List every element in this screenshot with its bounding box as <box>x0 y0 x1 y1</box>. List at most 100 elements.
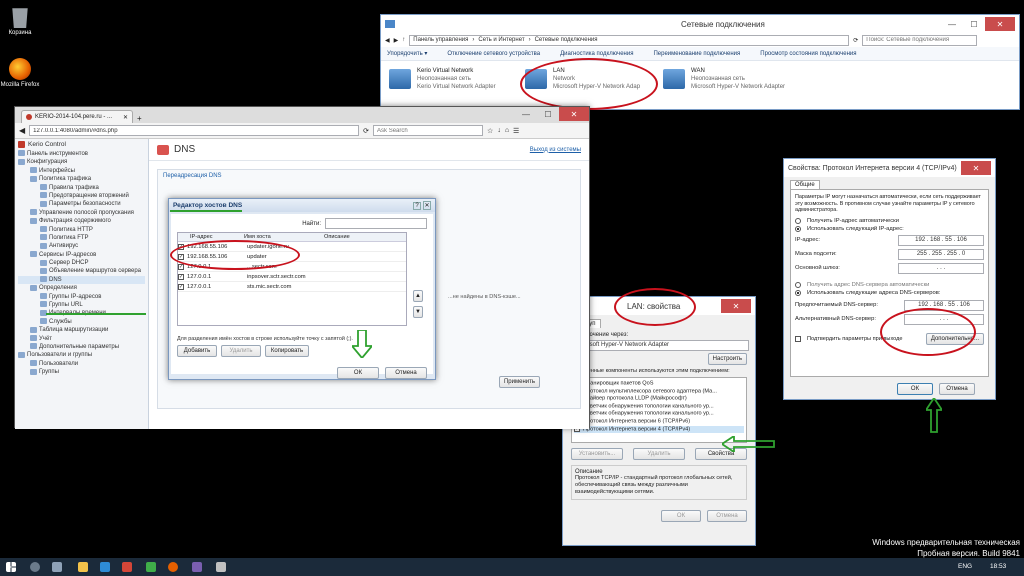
tree-item[interactable]: Политика HTTP <box>18 225 145 234</box>
language-indicator[interactable]: ENG <box>958 563 972 570</box>
list-item[interactable]: ✓Ответчик обнаружения топологии канально… <box>574 402 744 411</box>
remove-button[interactable]: Удалить <box>633 448 685 460</box>
tree-item[interactable]: Политика трафика <box>18 175 145 183</box>
bookmark-star-icon[interactable]: ☆ <box>487 127 493 135</box>
tree-item[interactable]: Учёт <box>18 335 145 343</box>
ok-button[interactable]: ОК <box>897 383 933 395</box>
app-icon[interactable] <box>146 562 156 572</box>
configure-button[interactable]: Настроить <box>707 353 747 365</box>
task-view-icon[interactable] <box>52 562 62 572</box>
tab-close-icon[interactable]: ✕ <box>123 114 128 121</box>
recycle-bin-icon[interactable]: Корзина <box>0 6 40 37</box>
table-row[interactable]: ✓ 127.0.0.1 sts.mic.sectr.com <box>178 282 406 292</box>
minimize-icon[interactable]: — <box>941 17 963 31</box>
new-tab-icon[interactable]: + <box>137 114 142 123</box>
menu-icon[interactable]: ☰ <box>513 127 519 135</box>
mask-field[interactable]: 255 . 255 . 255 . 0 <box>898 248 984 260</box>
tree-item[interactable]: Антивирус <box>18 242 145 250</box>
tree-item[interactable]: Правила трафика <box>18 183 145 192</box>
list-item[interactable]: ✓Планировщик пакетов QoS <box>574 380 744 388</box>
disable-device-button[interactable]: Отключение сетевого устройства <box>447 51 540 57</box>
manual-dns-radio[interactable]: Использовать следующие адреса DNS-сервер… <box>795 289 984 296</box>
forward-icon[interactable]: ▶ <box>394 37 399 44</box>
breadcrumb-item[interactable]: Сетевые подключения <box>535 37 598 43</box>
tree-item[interactable]: Политика FTP <box>18 234 145 242</box>
tree-item[interactable]: Группы IP-адресов <box>18 293 145 301</box>
auto-dns-radio[interactable]: Получить адрес DNS-сервера автоматически <box>795 281 984 288</box>
up-icon[interactable]: ↑ <box>402 37 405 43</box>
refresh-icon[interactable]: ⟳ <box>853 37 858 44</box>
tree-item[interactable]: Объявление маршрутов сервера <box>18 267 145 275</box>
tree-item[interactable]: Дополнительные параметры <box>18 343 145 351</box>
reload-icon[interactable]: ⟳ <box>363 127 369 135</box>
clock[interactable]: 18:53 <box>990 563 1006 570</box>
back-icon[interactable]: ◀ <box>19 126 25 135</box>
list-item[interactable]: ✓Драйвер протокола LLDP (Майкрософт) <box>574 395 744 403</box>
search-icon[interactable] <box>30 562 40 572</box>
tree-item[interactable]: Конфигурация <box>18 158 145 166</box>
delete-button[interactable]: Удалить <box>221 345 261 357</box>
ok-button[interactable]: ОК <box>337 367 379 379</box>
copy-button[interactable]: Копировать <box>265 345 309 357</box>
tree-item[interactable]: Таблица маршрутизации <box>18 326 145 334</box>
cancel-button[interactable]: Отмена <box>939 383 975 395</box>
ie-icon[interactable] <box>100 562 110 572</box>
breadcrumb-item[interactable]: Сеть и Интернет <box>478 37 524 43</box>
move-down-icon[interactable]: ▼ <box>413 306 423 318</box>
url-input[interactable] <box>29 125 360 136</box>
tree-item[interactable]: Службы <box>18 318 145 326</box>
tree-item[interactable]: Параметры безопасности <box>18 200 145 208</box>
search-input[interactable] <box>862 34 978 46</box>
app-icon[interactable] <box>122 562 132 572</box>
logout-link[interactable]: Выход из системы <box>530 147 581 153</box>
tree-item[interactable]: Панель инструментов <box>18 150 145 158</box>
cancel-button[interactable]: Отмена <box>385 367 427 379</box>
maximize-icon[interactable]: ☐ <box>537 107 559 121</box>
organize-button[interactable]: Упорядочить ▾ <box>387 50 427 57</box>
install-button[interactable]: Установить... <box>571 448 623 460</box>
help-icon[interactable]: ? <box>413 201 421 210</box>
auto-ip-radio[interactable]: Получить IP-адрес автоматически <box>795 217 984 224</box>
tree-item[interactable]: Группы <box>18 368 145 376</box>
table-row[interactable]: ✓ 127.0.0.1 inpsover.sctr.sectr.com <box>178 272 406 282</box>
home-icon[interactable]: ⌂ <box>505 127 509 134</box>
list-item[interactable]: ✓Протокол Интернета версии 6 (TCP/IPv6) <box>574 417 744 426</box>
rename-button[interactable]: Переименование подключения <box>653 51 740 57</box>
apply-button[interactable]: Применить <box>498 376 540 388</box>
app-icon[interactable] <box>216 562 226 572</box>
close-icon[interactable]: ✕ <box>961 161 991 175</box>
close-icon[interactable]: ✕ <box>559 107 589 121</box>
tree-item[interactable]: Фильтрация содержимого <box>18 217 145 225</box>
tree-item[interactable]: Предотвращение вторжений <box>18 192 145 200</box>
minimize-icon[interactable]: — <box>515 107 537 121</box>
firefox-desktop-icon[interactable]: Mozilla Firefox <box>0 58 40 89</box>
ask-search-input[interactable] <box>373 125 484 136</box>
tree-item[interactable]: Сервер DHCP <box>18 259 145 267</box>
tree-item[interactable]: Пользователи <box>18 360 145 368</box>
view-status-button[interactable]: Просмотр состояния подключения <box>760 51 856 57</box>
firefox-taskbar-icon[interactable] <box>168 562 178 572</box>
column-host[interactable]: Имя хоста <box>244 234 324 240</box>
list-item[interactable]: ✓Ответчик обнаружения топологии канально… <box>574 410 744 418</box>
ok-button[interactable]: ОК <box>661 510 701 522</box>
breadcrumb[interactable]: Панель управления › Сеть и Интернет › Сете… <box>409 34 850 46</box>
browser-tab[interactable]: KERIO-2014-104.pere.ru - ... ✕ <box>21 110 133 123</box>
adapter-kerio[interactable]: Kerio Virtual Network Неопознанная сеть … <box>389 67 496 91</box>
close-icon[interactable]: ✕ <box>985 17 1015 31</box>
manual-ip-radio[interactable]: Использовать следующий IP-адрес: <box>795 225 984 232</box>
tree-item[interactable]: Пользователи и группы <box>18 351 145 359</box>
breadcrumb-item[interactable]: Панель управления <box>413 37 468 43</box>
components-list[interactable]: ✓Планировщик пакетов QoS Протокол мульти… <box>571 377 747 443</box>
add-button[interactable]: Добавить <box>177 345 217 357</box>
list-item-ipv4[interactable]: ✓Протокол Интернета версии 4 (TCP/IPv4) <box>574 425 744 434</box>
tree-item[interactable]: Интерфейсы <box>18 167 145 175</box>
explorer-icon[interactable] <box>78 562 88 572</box>
gateway-field[interactable]: . . . <box>898 262 984 274</box>
tab-general[interactable]: Общие <box>790 180 820 189</box>
close-icon[interactable]: ✕ <box>721 299 751 313</box>
list-item[interactable]: Протокол мультиплексора сетевого адаптер… <box>574 387 744 396</box>
ip-field[interactable]: 192 . 168 . 55 . 106 <box>898 234 984 246</box>
diagnose-button[interactable]: Диагностика подключения <box>560 51 633 57</box>
tree-item[interactable]: Сервисы IP-адресов <box>18 251 145 259</box>
find-input[interactable] <box>325 218 427 229</box>
